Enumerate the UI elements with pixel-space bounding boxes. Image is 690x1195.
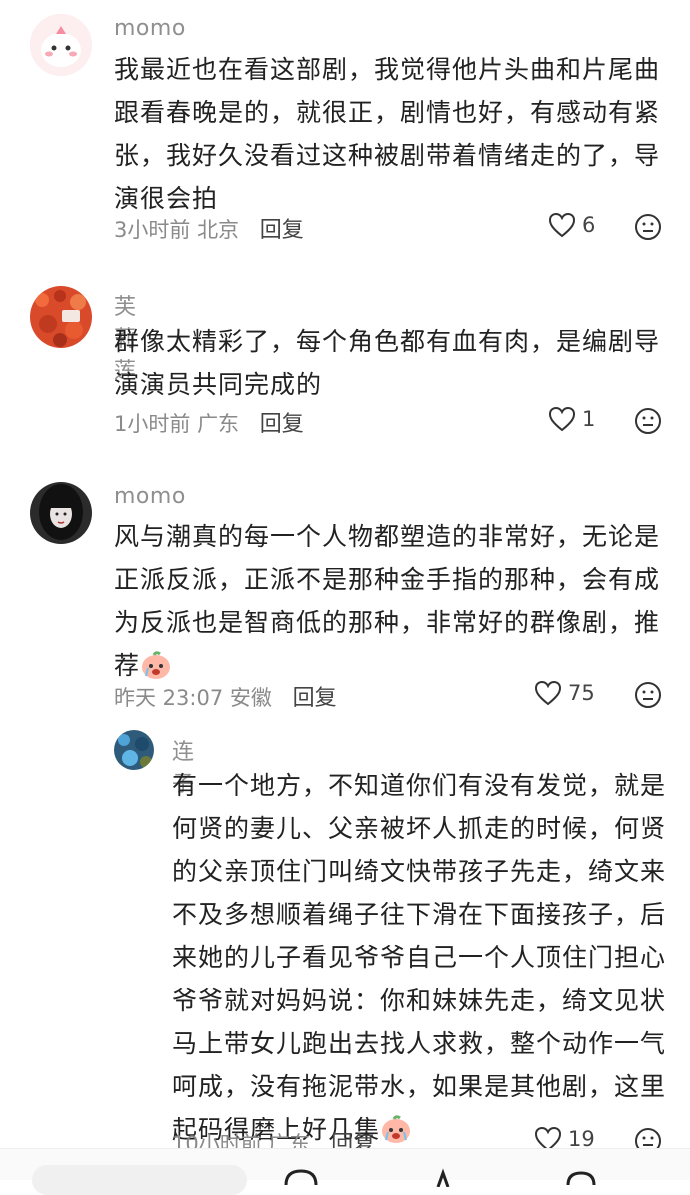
heart-icon[interactable] [282,1167,320,1187]
dislike-button[interactable] [634,407,662,439]
comment-line: 张，我好久没看过这种被剧带着情绪走的了，导 [114,141,661,170]
dislike-button[interactable] [634,681,662,713]
comment-line: 马上带女儿跑出去找人求救，整个动作一气 [172,1029,667,1058]
comment-line: 演演员共同完成的 [114,370,323,399]
dislike-face-icon [635,408,661,434]
like-button[interactable]: 6 [548,212,595,238]
blue-flowers-avatar-icon [114,730,154,770]
comment-text: 有一个地方，不知道你们有没有发觉，就是 何贤的妻儿、父亲被坏人抓走的时候，何贤 … [172,764,672,1157]
star-icon[interactable] [424,1167,462,1188]
dislike-face-icon [635,682,661,708]
avatar[interactable] [30,14,92,76]
crying-peach-emoji-icon [142,651,171,679]
avatar[interactable] [114,730,154,770]
comment-meta: 1小时前 广东 回复 [114,406,304,438]
dislike-button[interactable] [634,213,662,245]
comment-line: 何贤的妻儿、父亲被坏人抓走的时候，何贤 [172,814,667,843]
comment-line: 我最近也在看这部剧，我觉得他片头曲和片尾曲 [114,55,661,84]
comment-meta: 3小时前 北京 回复 [114,212,304,244]
share-icon[interactable] [562,1167,600,1187]
comment-meta: 昨天 23:07 安徽 回复 [114,680,337,712]
dislike-face-icon [635,214,661,240]
comment-line: 群像太精彩了，每个角色都有血有肉，是编剧导 [114,327,661,356]
pink-cartoon-avatar-icon [30,14,92,76]
like-button[interactable]: 75 [534,680,595,706]
bottom-action-bar [0,1148,690,1195]
comment-input-pill[interactable] [32,1165,247,1195]
heart-icon [534,680,562,706]
comment-text: 风与潮真的每一个人物都塑造的非常好，无论是 正派反派，正派不是那种金手指的那种，… [114,515,674,693]
comment-line: 来她的儿子看见爷爷自己一个人顶住门担心 [172,943,667,972]
comment-line: 正派反派，正派不是那种金手指的那种，会有成 [114,565,661,594]
location: 安徽 [229,686,272,710]
comment-line: 呵成，没有拖泥带水，如果是其他剧，这里 [172,1072,667,1101]
comment-line-text: 荐 [114,651,141,680]
like-count: 1 [582,407,596,431]
comment-line: 不及多想顺着绳子往下滑在下面接孩子，后 [172,900,667,929]
username[interactable]: momo [114,484,186,509]
location: 北京 [197,218,240,242]
reply-button[interactable]: 回复 [293,686,337,711]
comment-line: 的父亲顶住门叫绮文快带孩子先走，绮文来 [172,857,667,886]
username[interactable]: momo [114,16,186,41]
comment-line: 爷爷就对妈妈说：你和妹妹先走，绮文见状 [172,986,667,1015]
comment-text: 群像太精彩了，每个角色都有血有肉，是编剧导 演演员共同完成的 [114,320,674,406]
comment-line: 风与潮真的每一个人物都塑造的非常好，无论是 [114,522,661,551]
like-count: 75 [568,681,595,705]
comment-line: 为反派也是智商低的那种，非常好的群像剧，推 [114,608,661,637]
comment-line: 跟看春晚是的，就很正，剧情也好，有感动有紧 [114,98,661,127]
crying-peach-emoji-icon [382,1115,411,1143]
timestamp: 昨天 23:07 [114,686,224,710]
comment-line: 有一个地方，不知道你们有没有发觉，就是 [172,771,667,800]
heart-icon [548,406,576,432]
location: 广东 [197,412,240,436]
reply-button[interactable]: 回复 [260,218,304,243]
reply-button[interactable]: 回复 [260,412,304,437]
like-button[interactable]: 1 [548,406,595,432]
timestamp: 1小时前 [114,412,191,436]
avatar[interactable] [30,286,92,348]
dark-hair-girl-avatar-icon [30,482,92,544]
like-count: 6 [582,213,596,237]
heart-icon [548,212,576,238]
comment-text: 我最近也在看这部剧，我觉得他片头曲和片尾曲 跟看春晚是的，就很正，剧情也好，有感… [114,48,674,220]
avatar[interactable] [30,482,92,544]
red-flowers-avatar-icon [30,286,92,348]
timestamp: 3小时前 [114,218,191,242]
